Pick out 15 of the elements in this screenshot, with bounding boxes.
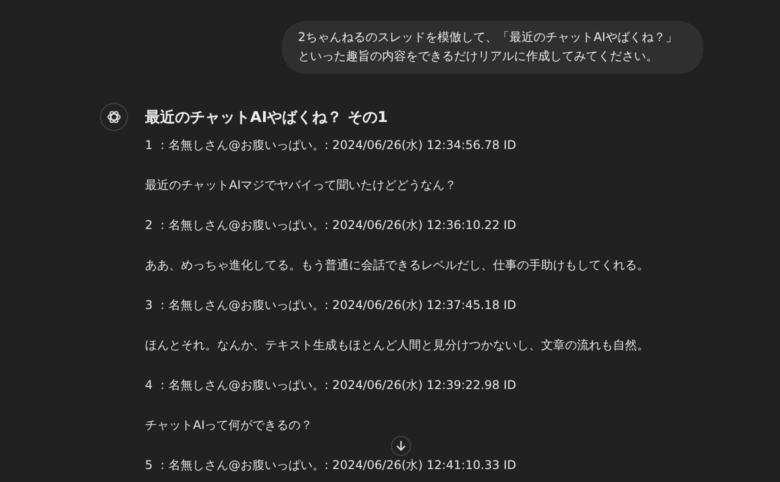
response-text: 4 ：名無しさん@お腹いっぱい。: 2024/06/26(水) 12:39:22.98 ID (145, 377, 518, 394)
scroll-down-button[interactable] (391, 436, 411, 456)
response-text: 最近のチャットAIマジでヤバイって聞いたけどどうなん？ (145, 177, 458, 194)
assistant-avatar-icon (100, 103, 128, 131)
response-text: ほんとそれ。なんか、テキスト生成もほとんど人間と見分けつかないし、文章の流れも自然。 (145, 337, 649, 354)
message-text: 2ちゃんねるのスレッドを模倣して、「最近のチャットAIやばくね？」 (298, 29, 678, 46)
response-text: ああ、めっちゃ進化してる。もう普通に会話できるレベルだし、仕事の手助けもしてくれる。 (145, 257, 649, 274)
arrow-down-icon (395, 440, 407, 452)
response-text: チャットAIって何ができるの？ (145, 417, 314, 434)
response-text: 2 ：名無しさん@お腹いっぱい。: 2024/06/26(水) 12:36:10.22 ID (145, 217, 518, 234)
response-title: 最近のチャットAIやばくね？ その1 (145, 107, 389, 128)
response-text: 5 ：名無しさん@お腹いっぱい。: 2024/06/26(水) 12:41:10.33 ID (145, 457, 518, 474)
response-text: 1 ：名無しさん@お腹いっぱい。: 2024/06/26(水) 12:34:56.78 ID (145, 137, 518, 154)
response-text: 3 ：名無しさん@お腹いっぱい。: 2024/06/26(水) 12:37:45.18 ID (145, 297, 518, 314)
message-text: といった趣旨の内容をできるだけリアルに作成してみてください。 (298, 48, 659, 65)
